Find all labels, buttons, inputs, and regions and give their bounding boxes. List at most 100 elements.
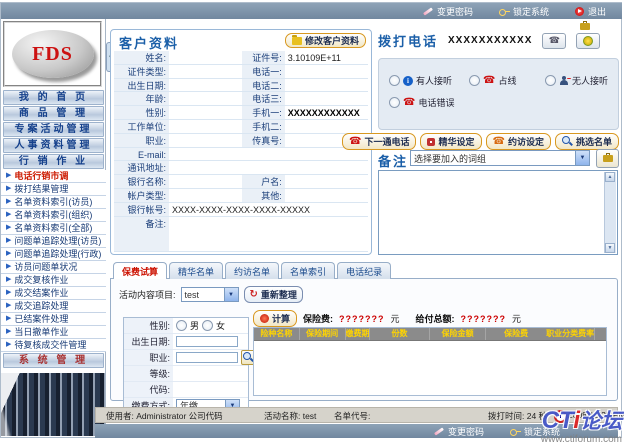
radio-button[interactable] — [389, 75, 400, 86]
field-value[interactable] — [285, 79, 368, 93]
field-value[interactable] — [169, 148, 368, 162]
sidebar-menu-entry[interactable]: ▶ 访员问题单状况 — [1, 261, 106, 274]
chevron-down-icon[interactable]: ▼ — [575, 151, 589, 165]
field-value[interactable] — [285, 120, 368, 134]
tab[interactable]: 约访名单 — [225, 262, 279, 279]
sidebar-menu-entry[interactable]: ▶ 成交结案作业 — [1, 287, 106, 300]
next-call-button[interactable]: ☎ 下一通电话 — [342, 133, 416, 150]
field-value[interactable] — [169, 51, 242, 65]
sidebar-menu-entry[interactable]: ▶ 行 销 作 业 — [3, 154, 104, 169]
field-value[interactable] — [285, 92, 368, 106]
field-value[interactable]: XXXX-XXXX-XXXX-XXXX-XXXXX — [169, 203, 368, 217]
sidebar-menu-entry[interactable]: ▶ 问题单追踪处理(行政) — [1, 248, 106, 261]
menu-entry-label: 拨打结果管理 — [14, 183, 68, 195]
field-value[interactable] — [169, 92, 242, 106]
phrase-select[interactable]: 选择要加入的词组 ▼ — [410, 150, 590, 166]
sidebar-menu-entry[interactable]: ▶ 待复核成交件管理 — [1, 339, 106, 352]
essence-setting-button[interactable]: 精华设定 — [420, 133, 481, 150]
sidebar-menu-entry[interactable]: ▶ 名单资料索引(访员) — [1, 196, 106, 209]
radio-button[interactable] — [469, 75, 480, 86]
field-value[interactable] — [169, 161, 368, 175]
code-row: 代码: — [124, 382, 248, 398]
scrollbar[interactable]: ▲ ▼ — [604, 172, 616, 253]
sidebar-menu-entry[interactable]: ▶ 成交复核作业 — [1, 274, 106, 287]
building-photo — [1, 373, 105, 436]
change-password-link[interactable]: 变更密码 — [423, 5, 473, 18]
field-value[interactable] — [169, 134, 242, 148]
field-value[interactable] — [169, 217, 368, 252]
sidebar-menu-entry[interactable]: ▶ 拨打结果管理 — [1, 183, 106, 196]
chevron-down-icon[interactable]: ▼ — [224, 288, 238, 301]
status-wrong-number[interactable]: ☎ 电话错误 — [389, 96, 454, 109]
sidebar-menu-entry[interactable]: ▶ 名单资料索引(全部) — [1, 222, 106, 235]
phone-icon: ☎ — [549, 36, 560, 45]
menu-arrow-icon: ▶ — [6, 248, 11, 260]
field-label: 电话二: — [242, 79, 285, 93]
occupation-input[interactable] — [176, 352, 238, 363]
field-label: 通讯地址: — [114, 161, 169, 175]
sidebar-menu-entry[interactable]: ▶ 我 的 首 页 — [3, 90, 104, 105]
radio-button[interactable] — [389, 97, 400, 108]
magnifier-icon — [562, 136, 573, 147]
field-value[interactable] — [169, 106, 242, 120]
field-value[interactable] — [169, 120, 242, 134]
field-label: 年龄: — [114, 92, 169, 106]
tab[interactable]: 名单索引 — [281, 262, 335, 279]
edit-customer-button[interactable]: 修改客户资料 — [285, 33, 366, 48]
field-label: 户名: — [242, 175, 285, 189]
next-call-phone-icon: ☎ — [349, 137, 361, 147]
birthdate-input[interactable] — [176, 336, 238, 347]
field-value[interactable] — [169, 175, 242, 189]
radio-button[interactable] — [545, 75, 556, 86]
sidebar-menu-entry[interactable]: ▶ 专案活动管理 — [3, 122, 104, 137]
field-value[interactable] — [285, 189, 368, 203]
status-answered[interactable]: 有人接听 — [389, 74, 469, 87]
refresh-button[interactable]: ↻ 重新整理 — [244, 286, 303, 303]
sidebar-menu-entry[interactable]: ▶ 系 统 管 理 — [3, 353, 104, 368]
sidebar-menu-entry[interactable]: ▶ 商 品 管 理 — [3, 106, 104, 121]
field-label: 帐户类型: — [114, 189, 169, 203]
phone-small-button[interactable]: ☎ — [542, 33, 566, 49]
tab[interactable]: 保费试算 — [113, 262, 167, 279]
field-value[interactable] — [169, 65, 242, 79]
sidebar: FDS ▶ 我 的 首 页 ▶ 商 品 管 理 ▶ 专案活动管理 ▶ 人事资料管… — [1, 19, 106, 436]
status-label: 电话错误 — [418, 96, 454, 109]
phrase-briefcase-button[interactable] — [596, 149, 619, 168]
field-value[interactable]: XXXXXXXXXXXX — [285, 106, 368, 120]
scroll-up-icon[interactable]: ▲ — [605, 172, 615, 182]
scroll-down-icon[interactable]: ▼ — [605, 243, 615, 253]
dial-phone-header: 拨打电话 XXXXXXXXXXX ☎ — [378, 31, 600, 50]
field-value[interactable] — [169, 79, 242, 93]
tab[interactable]: 电话纪录 — [337, 262, 391, 279]
coin-small-button[interactable] — [576, 33, 600, 49]
sidebar-menu-entry[interactable]: ▶ 名单资料索引(组织) — [1, 209, 106, 222]
note-textarea[interactable]: ▲ ▼ — [378, 170, 618, 255]
female-radio[interactable] — [202, 320, 213, 331]
sidebar-menu-entry[interactable]: ▶ 已结案件处理 — [1, 313, 106, 326]
tab[interactable]: 精华名单 — [169, 262, 223, 279]
field-value[interactable] — [169, 189, 242, 203]
field-value[interactable] — [285, 65, 368, 79]
change-password-link-bottom[interactable]: 变更密码 — [434, 425, 484, 438]
table-column-header: 险种名称 — [254, 328, 300, 340]
pick-list-button[interactable]: 挑选名单 — [555, 133, 619, 150]
sidebar-menu-entry[interactable]: ▶ 电话行销市调 — [1, 170, 106, 183]
logout-link[interactable]: 退出 — [575, 5, 606, 18]
lock-system-link[interactable]: 锁定系统 — [499, 5, 549, 18]
status-busy[interactable]: ☎ 占线 — [469, 74, 545, 87]
sidebar-menu-entry[interactable]: ▶ 当日撤单作业 — [1, 326, 106, 339]
appointment-setting-button[interactable]: ☎ 约访设定 — [486, 133, 551, 150]
sidebar-menu-entry[interactable]: ▶ 成交追踪处理 — [1, 300, 106, 313]
change-password-label: 变更密码 — [448, 425, 484, 438]
activity-select[interactable]: test ▼ — [181, 287, 239, 302]
male-radio[interactable] — [176, 320, 187, 331]
calculate-button[interactable]: 计算 — [253, 310, 297, 327]
status-no-answer[interactable]: 无人接听 — [545, 74, 608, 87]
field-value[interactable] — [285, 175, 368, 189]
field-label: 备注: — [114, 217, 169, 252]
menu-arrow-icon: ▶ — [6, 183, 11, 195]
field-value[interactable]: 3.10109E+11 — [285, 51, 368, 65]
menu-entry-label: 专案活动管理 — [15, 124, 93, 135]
sidebar-menu-entry[interactable]: ▶ 问题单追踪处理(访员) — [1, 235, 106, 248]
sidebar-menu-entry[interactable]: ▶ 人事资料管理 — [3, 138, 104, 153]
